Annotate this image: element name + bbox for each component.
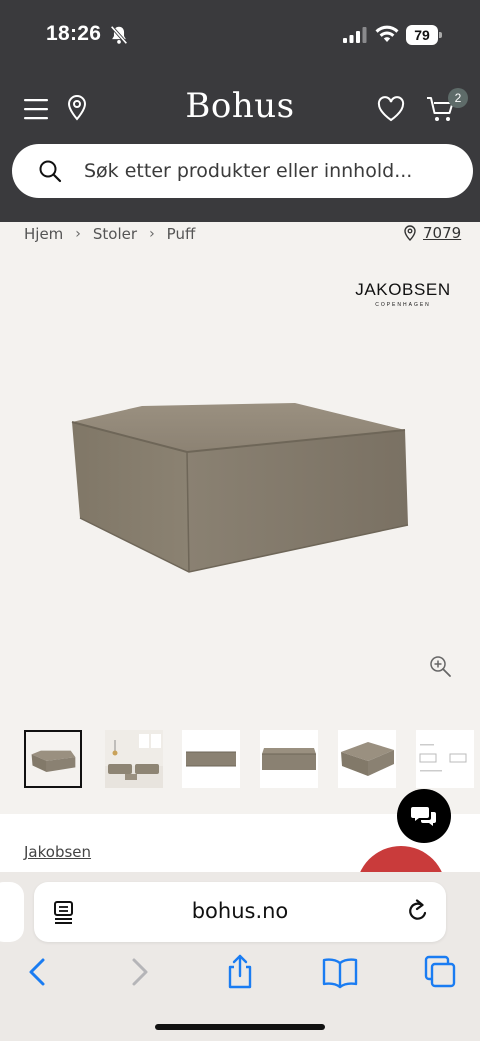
- thumbnail[interactable]: [338, 730, 396, 788]
- product-image[interactable]: [60, 390, 420, 590]
- store-selector[interactable]: 7079: [403, 224, 461, 242]
- bell-slash-icon: [110, 25, 128, 45]
- breadcrumb: Hjem › Stoler › Puff: [24, 224, 195, 244]
- store-code[interactable]: 7079: [423, 224, 461, 242]
- reload-icon[interactable]: [406, 899, 430, 925]
- site-logo[interactable]: Bohus: [0, 86, 480, 126]
- status-bar: 18:26 79: [0, 0, 480, 70]
- search-input[interactable]: [84, 157, 454, 185]
- breadcrumb-pouf[interactable]: Puff: [167, 225, 196, 243]
- address-bar[interactable]: bohus.no: [34, 882, 446, 942]
- pin-icon: [404, 225, 416, 241]
- search-icon: [39, 160, 62, 183]
- back-icon[interactable]: [22, 954, 58, 990]
- breadcrumb-chairs[interactable]: Stoler: [93, 225, 137, 243]
- share-icon[interactable]: [222, 954, 258, 990]
- bookmarks-icon[interactable]: [322, 954, 358, 990]
- thumbnail-strip: [24, 730, 480, 790]
- tabs-icon[interactable]: [422, 954, 458, 990]
- previous-tab-preview[interactable]: [0, 882, 24, 942]
- thumbnail[interactable]: [24, 730, 82, 788]
- home-indicator: [155, 1024, 325, 1030]
- chevron-right-icon: ›: [149, 226, 155, 242]
- chat-button[interactable]: [397, 789, 451, 843]
- battery-level: 79: [406, 25, 438, 45]
- brand-subtitle: COPENHAGEN: [375, 302, 431, 308]
- chat-icon: [411, 807, 436, 826]
- url-text: bohus.no: [191, 899, 289, 923]
- thumbnail[interactable]: [260, 730, 318, 788]
- brand-logo[interactable]: JAKOBSEN COPENHAGEN: [352, 280, 454, 308]
- thumbnail[interactable]: [182, 730, 240, 788]
- cart-count-badge: 2: [448, 88, 468, 108]
- wifi-icon: [375, 25, 399, 42]
- thumbnail[interactable]: [105, 730, 163, 788]
- breadcrumb-home[interactable]: Hjem: [24, 225, 63, 243]
- status-time: 18:26: [46, 22, 102, 45]
- battery-indicator: 79: [406, 25, 442, 45]
- signal-icon: [343, 27, 367, 43]
- brand-name: JAKOBSEN: [355, 280, 451, 299]
- product-brand-link[interactable]: Jakobsen: [24, 843, 91, 861]
- zoom-in-icon[interactable]: [428, 654, 452, 678]
- heart-icon[interactable]: [377, 96, 405, 122]
- search-bar[interactable]: [12, 144, 473, 198]
- chevron-right-icon: ›: [75, 226, 81, 242]
- forward-icon[interactable]: [122, 954, 158, 990]
- thumbnail[interactable]: [416, 730, 474, 788]
